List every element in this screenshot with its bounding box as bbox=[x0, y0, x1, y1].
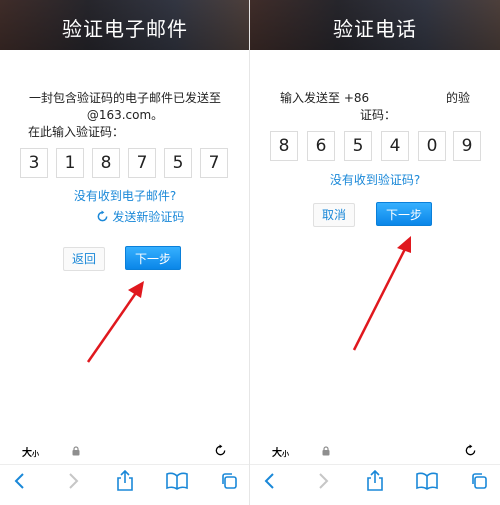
forward-arrow-icon[interactable] bbox=[66, 472, 80, 490]
toolbar-divider bbox=[250, 464, 500, 465]
tabs-icon[interactable] bbox=[470, 472, 488, 490]
email-sent-message: 一封包含验证码的电子邮件已发送至 bbox=[28, 91, 221, 105]
code-digit-input[interactable]: 7 bbox=[200, 148, 228, 178]
code-digit-input[interactable]: 8 bbox=[92, 148, 120, 178]
header-banner: 验证电子邮件 bbox=[0, 0, 250, 50]
phone-verification-panel: 验证电话 输入发送至 +86 的验 证码： 8 6 5 4 0 9 没有收到验证… bbox=[250, 0, 500, 505]
code-digit-input[interactable]: 6 bbox=[307, 131, 335, 161]
lock-icon bbox=[322, 446, 330, 456]
red-arrow-annotation bbox=[352, 236, 411, 351]
code-digit-input[interactable]: 8 bbox=[270, 131, 298, 161]
text-size-button[interactable]: 大小 bbox=[272, 444, 289, 459]
header-banner: 验证电话 bbox=[250, 0, 500, 50]
code-input-row: 8 6 5 4 0 9 bbox=[250, 131, 500, 161]
page-title: 验证电话 bbox=[333, 17, 417, 41]
back-arrow-icon[interactable] bbox=[13, 472, 27, 490]
reload-icon[interactable] bbox=[464, 444, 477, 457]
code-digit-input[interactable]: 4 bbox=[381, 131, 409, 161]
back-arrow-icon[interactable] bbox=[263, 472, 277, 490]
enter-code-label: 在此输入验证码： bbox=[28, 125, 125, 139]
reload-icon[interactable] bbox=[214, 444, 227, 457]
code-digit-input[interactable]: 1 bbox=[56, 148, 84, 178]
page-title: 验证电子邮件 bbox=[62, 17, 188, 41]
code-input-row: 3 1 8 7 5 7 bbox=[0, 148, 250, 178]
cancel-button[interactable]: 取消 bbox=[313, 203, 355, 227]
forward-arrow-icon[interactable] bbox=[316, 472, 330, 490]
email-address: @163.com。 bbox=[86, 108, 164, 122]
code-digit-input[interactable]: 3 bbox=[20, 148, 48, 178]
email-verification-panel: 验证电子邮件 一封包含验证码的电子邮件已发送至 @163.com。 在此输入验证… bbox=[0, 0, 250, 505]
code-digit-input[interactable]: 5 bbox=[344, 131, 372, 161]
toolbar-divider bbox=[0, 464, 250, 465]
resend-code-link[interactable]: 发送新验证码 bbox=[30, 208, 250, 225]
no-email-link[interactable]: 没有收到电子邮件? bbox=[0, 187, 250, 204]
code-digit-input[interactable]: 5 bbox=[164, 148, 192, 178]
share-icon[interactable] bbox=[366, 470, 384, 492]
tabs-icon[interactable] bbox=[220, 472, 238, 490]
code-digit-input[interactable]: 9 bbox=[453, 131, 481, 161]
refresh-icon bbox=[97, 210, 107, 222]
code-digit-input[interactable]: 0 bbox=[418, 131, 446, 161]
no-code-link[interactable]: 没有收到验证码? bbox=[250, 171, 500, 188]
bookmarks-icon[interactable] bbox=[166, 472, 188, 490]
share-icon[interactable] bbox=[116, 470, 134, 492]
bookmarks-icon[interactable] bbox=[416, 472, 438, 490]
next-button[interactable]: 下一步 bbox=[376, 202, 432, 226]
resend-code-label: 发送新验证码 bbox=[112, 210, 185, 224]
back-button[interactable]: 返回 bbox=[63, 247, 105, 271]
enter-code-label: 证码： bbox=[360, 108, 397, 122]
next-button[interactable]: 下一步 bbox=[125, 246, 181, 270]
phone-sent-message-suffix: 的验 bbox=[446, 91, 471, 105]
lock-icon bbox=[72, 446, 80, 456]
text-size-button[interactable]: 大小 bbox=[22, 444, 39, 459]
code-digit-input[interactable]: 7 bbox=[128, 148, 156, 178]
